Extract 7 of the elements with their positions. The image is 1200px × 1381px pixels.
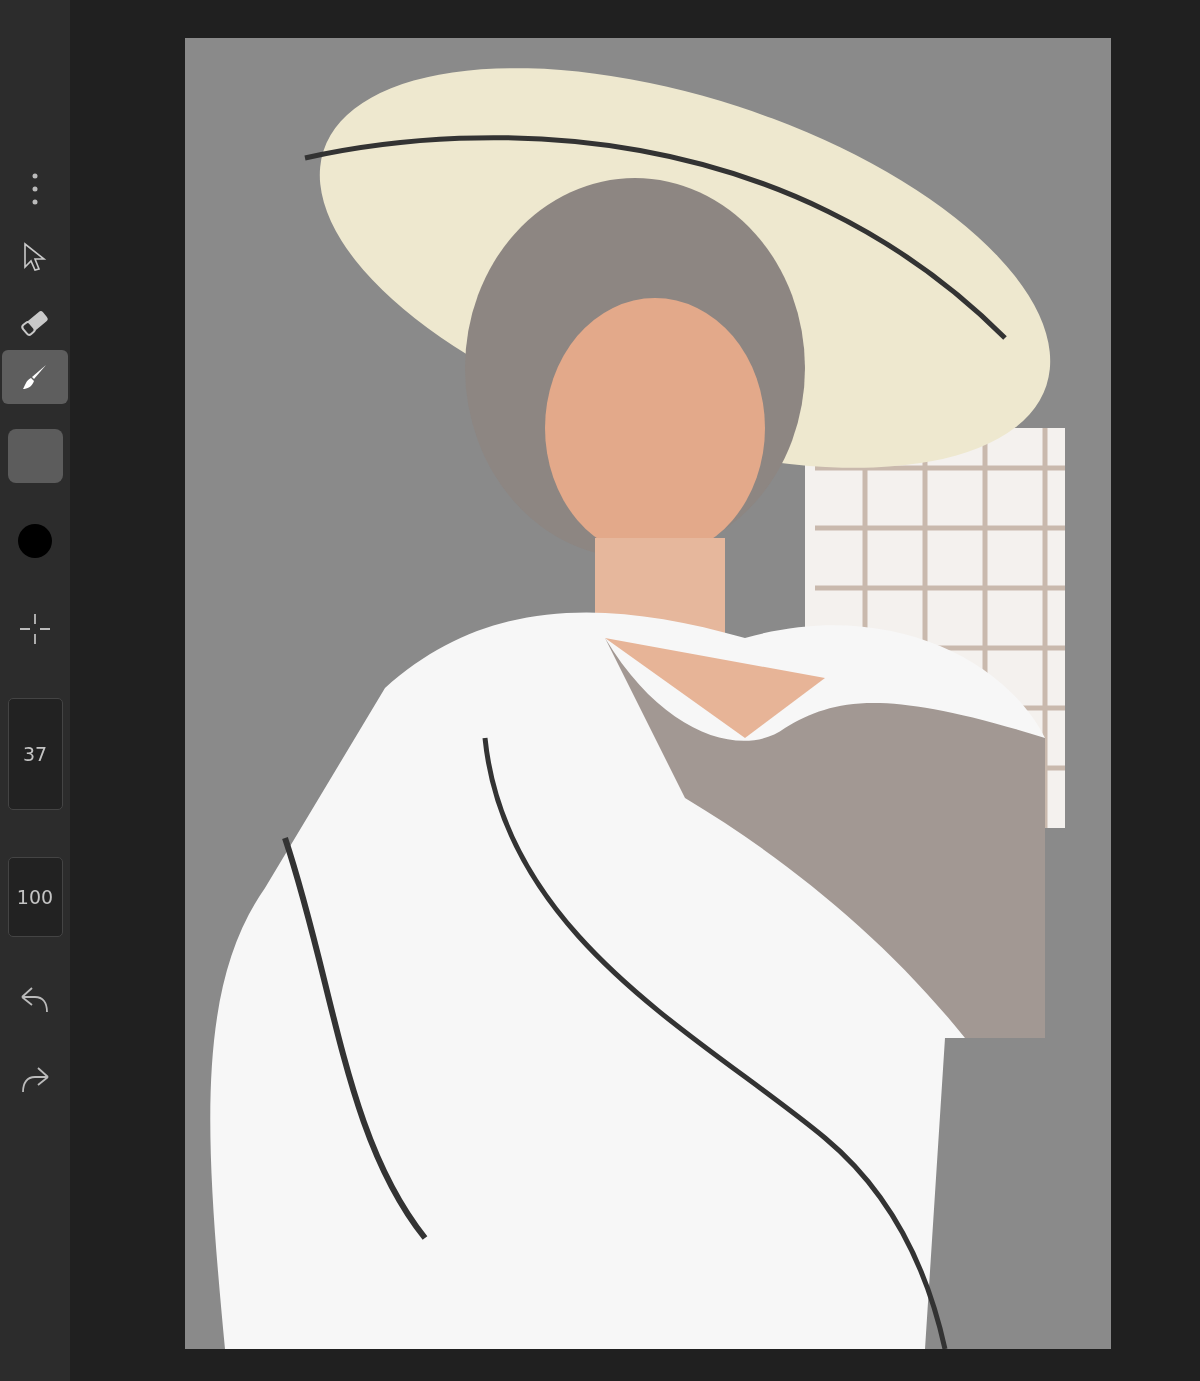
color-swatch[interactable]	[7, 429, 63, 483]
opacity-control[interactable]: 100	[7, 857, 63, 937]
brush-tool-button[interactable]	[2, 350, 68, 404]
color-picker[interactable]	[18, 524, 52, 558]
pointer-icon	[22, 242, 48, 272]
brush-size-control[interactable]: 37	[7, 698, 63, 810]
crosshair-icon[interactable]	[18, 612, 52, 646]
